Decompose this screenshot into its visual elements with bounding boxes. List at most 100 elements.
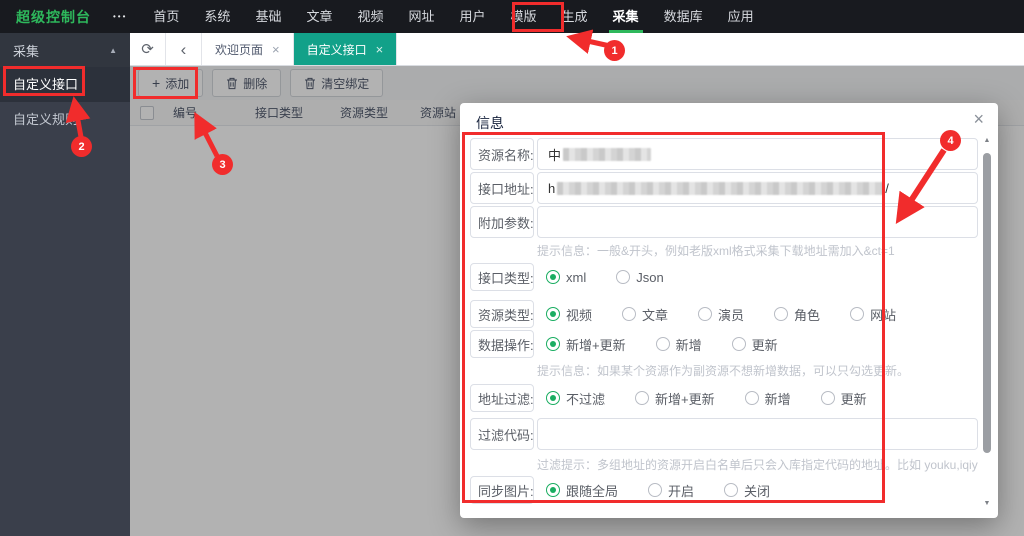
nav-item-basic[interactable]: 基础 <box>251 0 285 33</box>
tab-label: 欢迎页面 <box>215 41 263 58</box>
form-row-filter-code: 过滤代码: <box>470 418 978 450</box>
scrollbar-thumb[interactable] <box>983 153 991 453</box>
tab-welcome[interactable]: 欢迎页面 × <box>202 33 294 65</box>
dialog-title: 信息 <box>476 113 504 133</box>
radio-option-no-filter[interactable]: 不过滤 <box>546 389 605 408</box>
nav-item-system[interactable]: 系统 <box>200 0 234 33</box>
resource-name-input[interactable]: 中 <box>537 138 978 170</box>
nav-item-generate[interactable]: 生成 <box>558 0 592 33</box>
refresh-icon: ⟳ <box>141 40 154 58</box>
radio-option-add[interactable]: 新增 <box>656 335 702 354</box>
radio-option-update[interactable]: 更新 <box>732 335 778 354</box>
radio-icon <box>850 307 864 321</box>
radio-option-site[interactable]: 网站 <box>850 305 896 324</box>
collapse-icon[interactable]: ▲ <box>109 46 117 55</box>
scroll-down-icon[interactable]: ▼ <box>984 500 991 508</box>
nav-item-home[interactable]: 首页 <box>149 0 183 33</box>
dialog-scrollbar: ▲ ▼ <box>982 137 992 508</box>
data-op-options: 新增+更新 新增 更新 <box>546 335 808 354</box>
radio-option-article[interactable]: 文章 <box>622 305 668 324</box>
radio-icon <box>622 307 636 321</box>
radio-icon <box>648 483 662 497</box>
hint-data-op: 提示信息：如果某个资源作为副资源不想新增数据，可以只勾选更新。 <box>537 362 978 379</box>
app-window: 超级控制台 ••• 首页 系统 基础 文章 视频 网址 用户 模版 生成 采集 … <box>0 0 1024 536</box>
scrollbar-track[interactable] <box>983 145 991 500</box>
form-row-resource-type: 资源类型: 视频 文章 演员 角色 网站 <box>470 302 978 326</box>
addr-filter-options: 不过滤 新增+更新 新增 更新 <box>546 389 897 408</box>
redacted-prefix: 中 <box>548 145 561 164</box>
form-row-sync-pic: 同步图片: 跟随全局 开启 关闭 <box>470 478 978 502</box>
radio-option-follow-global[interactable]: 跟随全局 <box>546 481 618 500</box>
radio-icon <box>774 307 788 321</box>
nav-item-collect[interactable]: 采集 <box>609 0 643 33</box>
radio-icon <box>546 270 560 284</box>
close-icon[interactable]: × <box>973 109 984 130</box>
field-label: 过滤代码: <box>470 418 534 450</box>
redacted-value <box>563 148 651 161</box>
more-menu-icon[interactable]: ••• <box>113 12 127 21</box>
sidebar-item-custom-api[interactable]: 自定义接口 <box>0 67 130 102</box>
scroll-up-icon[interactable]: ▲ <box>984 137 991 145</box>
radio-icon <box>635 391 649 405</box>
radio-icon <box>821 391 835 405</box>
field-label: 附加参数: <box>470 206 534 238</box>
radio-option-video[interactable]: 视频 <box>546 305 592 324</box>
field-label: 地址过滤: <box>470 384 534 412</box>
radio-option-add[interactable]: 新增 <box>745 389 791 408</box>
radio-option-update[interactable]: 更新 <box>821 389 867 408</box>
radio-icon <box>546 483 560 497</box>
radio-option-role[interactable]: 角色 <box>774 305 820 324</box>
close-icon[interactable]: × <box>376 42 384 57</box>
close-icon[interactable]: × <box>272 42 280 57</box>
back-button[interactable]: ‹ <box>166 33 202 65</box>
sidebar-group-header[interactable]: 采集 ▲ <box>0 33 130 67</box>
nav-item-video[interactable]: 视频 <box>353 0 387 33</box>
nav-item-article[interactable]: 文章 <box>302 0 336 33</box>
radio-option-off[interactable]: 关闭 <box>724 481 770 500</box>
radio-icon <box>546 337 560 351</box>
field-label: 数据操作: <box>470 330 534 358</box>
form-row-data-op: 数据操作: 新增+更新 新增 更新 <box>470 332 978 356</box>
field-label: 资源类型: <box>470 300 534 328</box>
radio-icon <box>724 483 738 497</box>
radio-option-actor[interactable]: 演员 <box>698 305 744 324</box>
radio-option-on[interactable]: 开启 <box>648 481 694 500</box>
field-label: 接口类型: <box>470 263 534 291</box>
field-label: 接口地址: <box>470 172 534 204</box>
radio-icon <box>616 270 630 284</box>
api-url-input[interactable]: h / <box>537 172 978 204</box>
radio-option-json[interactable]: Json <box>616 270 663 285</box>
refresh-button[interactable]: ⟳ <box>130 33 166 65</box>
tab-custom-api[interactable]: 自定义接口 × <box>294 33 398 65</box>
top-navbar: 超级控制台 ••• 首页 系统 基础 文章 视频 网址 用户 模版 生成 采集 … <box>0 0 1024 33</box>
filter-code-input[interactable] <box>537 418 978 450</box>
resource-type-options: 视频 文章 演员 角色 网站 <box>546 305 926 324</box>
form-row-extra-params: 附加参数: <box>470 206 978 238</box>
nav-item-database[interactable]: 数据库 <box>660 0 707 33</box>
extra-params-input[interactable] <box>537 206 978 238</box>
form-row-resource-name: 资源名称: 中 <box>470 138 978 170</box>
sidebar-group-title: 采集 <box>13 41 39 60</box>
sidebar: 采集 ▲ 自定义接口 自定义规则 <box>0 33 130 536</box>
redacted-prefix: h <box>548 181 555 196</box>
radio-icon <box>546 391 560 405</box>
nav-item-app[interactable]: 应用 <box>724 0 758 33</box>
tab-bar: ⟳ ‹ 欢迎页面 × 自定义接口 × <box>130 33 1024 66</box>
nav-item-template[interactable]: 模版 <box>507 0 541 33</box>
app-logo: 超级控制台 <box>16 7 91 27</box>
field-label: 资源名称: <box>470 138 534 170</box>
radio-option-xml[interactable]: xml <box>546 270 586 285</box>
nav-item-website[interactable]: 网址 <box>404 0 438 33</box>
form-row-api-type: 接口类型: xml Json <box>470 265 978 289</box>
back-icon: ‹ <box>181 41 187 58</box>
hint-filter: 过滤提示：多组地址的资源开启白名单后只会入库指定代码的地址。比如 youku,i… <box>537 456 978 473</box>
sidebar-item-custom-rule[interactable]: 自定义规则 <box>0 102 130 137</box>
radio-option-add-update[interactable]: 新增+更新 <box>546 335 626 354</box>
redacted-suffix: / <box>885 181 889 196</box>
nav-item-user[interactable]: 用户 <box>456 0 490 33</box>
radio-icon <box>698 307 712 321</box>
field-label: 同步图片: <box>470 476 534 504</box>
radio-option-add-update[interactable]: 新增+更新 <box>635 389 715 408</box>
redacted-value <box>557 182 883 195</box>
info-dialog: 信息 × 资源名称: 中 接口地址: h / 附加参数: <box>460 103 998 518</box>
